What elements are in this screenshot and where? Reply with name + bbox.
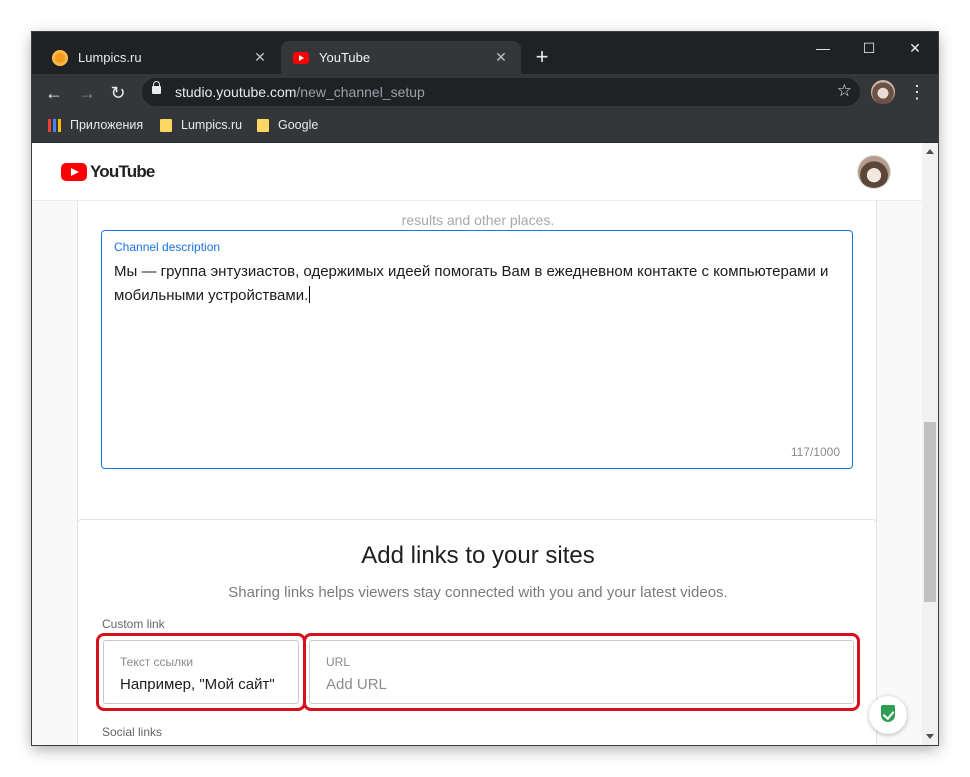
links-section-title: Add links to your sites: [361, 542, 595, 569]
red-highlight-frame: [96, 633, 306, 711]
tab-lumpics[interactable]: Lumpics.ru ✕: [40, 41, 280, 74]
social-links-label: Social links: [102, 725, 163, 739]
back-arrow-icon[interactable]: ←: [42, 82, 66, 104]
text-caret: [309, 286, 311, 303]
tab-title: YouTube: [319, 50, 371, 65]
lock-icon: [152, 81, 161, 94]
folder-icon: [160, 118, 172, 132]
description-text-wrap: Мы — группа энтузиастов, одержимых идеей…: [114, 260, 839, 308]
close-icon[interactable]: ✕: [491, 49, 511, 66]
browser-toolbar: ← → ↻ studio.youtube.com/new_channel_set…: [32, 74, 938, 111]
maximize-button[interactable]: ☐: [846, 38, 892, 58]
red-highlight-frame: [303, 633, 860, 711]
browser-window: Lumpics.ru ✕ YouTube ✕ + — ☐ ✕ ← → ↻ stu…: [32, 32, 938, 745]
star-icon[interactable]: ☆: [837, 81, 852, 101]
page-content: results and other places. Channel descri…: [32, 143, 922, 745]
close-window-button[interactable]: ✕: [892, 38, 938, 58]
scroll-down-arrow-icon[interactable]: [926, 734, 934, 739]
custom-link-label: Custom link: [102, 617, 165, 631]
profile-avatar[interactable]: [871, 80, 895, 104]
scroll-up-arrow-icon[interactable]: [926, 149, 934, 154]
tab-title: Lumpics.ru: [78, 50, 142, 65]
reload-icon[interactable]: ↻: [106, 82, 130, 104]
scrollbar-thumb[interactable]: [924, 422, 936, 602]
bookmark-lumpics[interactable]: Lumpics.ru: [160, 118, 242, 132]
new-tab-button[interactable]: +: [532, 46, 552, 68]
tab-youtube[interactable]: YouTube ✕: [281, 41, 521, 74]
youtube-play-icon: [61, 163, 87, 181]
account-avatar[interactable]: [858, 156, 890, 188]
youtube-header: YouTube: [32, 143, 922, 201]
apps-grid-icon: [48, 118, 61, 132]
folder-icon: [257, 118, 269, 132]
bookmark-label: Lumpics.ru: [181, 118, 243, 132]
youtube-wordmark: YouTube: [90, 162, 155, 181]
description-value: Мы — группа энтузиастов, одержимых идеей…: [114, 263, 829, 304]
url-path: /new_channel_setup: [296, 84, 425, 100]
description-label: Channel description: [114, 240, 221, 254]
address-bar[interactable]: studio.youtube.com/new_channel_setup ☆: [142, 78, 860, 106]
url-host: studio.youtube.com: [175, 84, 297, 100]
links-section-subtitle: Sharing links helps viewers stay connect…: [228, 584, 728, 601]
links-card: Add links to your sites Sharing links he…: [77, 519, 877, 745]
bookmark-apps[interactable]: Приложения: [48, 118, 143, 132]
page-scrollbar[interactable]: [922, 143, 938, 745]
tab-bar: Lumpics.ru ✕ YouTube ✕ + — ☐ ✕: [32, 32, 938, 74]
minimize-button[interactable]: —: [800, 38, 846, 58]
lumpics-favicon-icon: [52, 49, 68, 66]
bookmark-label: Google: [278, 118, 319, 132]
channel-description-field[interactable]: Channel description Мы — группа энтузиас…: [101, 230, 853, 469]
shield-check-icon[interactable]: [869, 696, 907, 734]
close-icon[interactable]: ✕: [250, 49, 270, 66]
bookmark-google[interactable]: Google: [257, 118, 318, 132]
bookmarks-bar: Приложения Lumpics.ru Google: [32, 111, 938, 143]
menu-dots-icon[interactable]: ⋮: [908, 82, 926, 102]
youtube-favicon-icon: [293, 51, 309, 64]
bookmark-label: Приложения: [70, 118, 144, 132]
youtube-logo[interactable]: YouTube: [61, 162, 155, 182]
character-counter: 117/1000: [790, 445, 840, 459]
forward-arrow-icon[interactable]: →: [75, 82, 99, 104]
url-text: studio.youtube.com/new_channel_setup: [175, 84, 425, 100]
faded-text: results and other places.: [401, 212, 555, 228]
